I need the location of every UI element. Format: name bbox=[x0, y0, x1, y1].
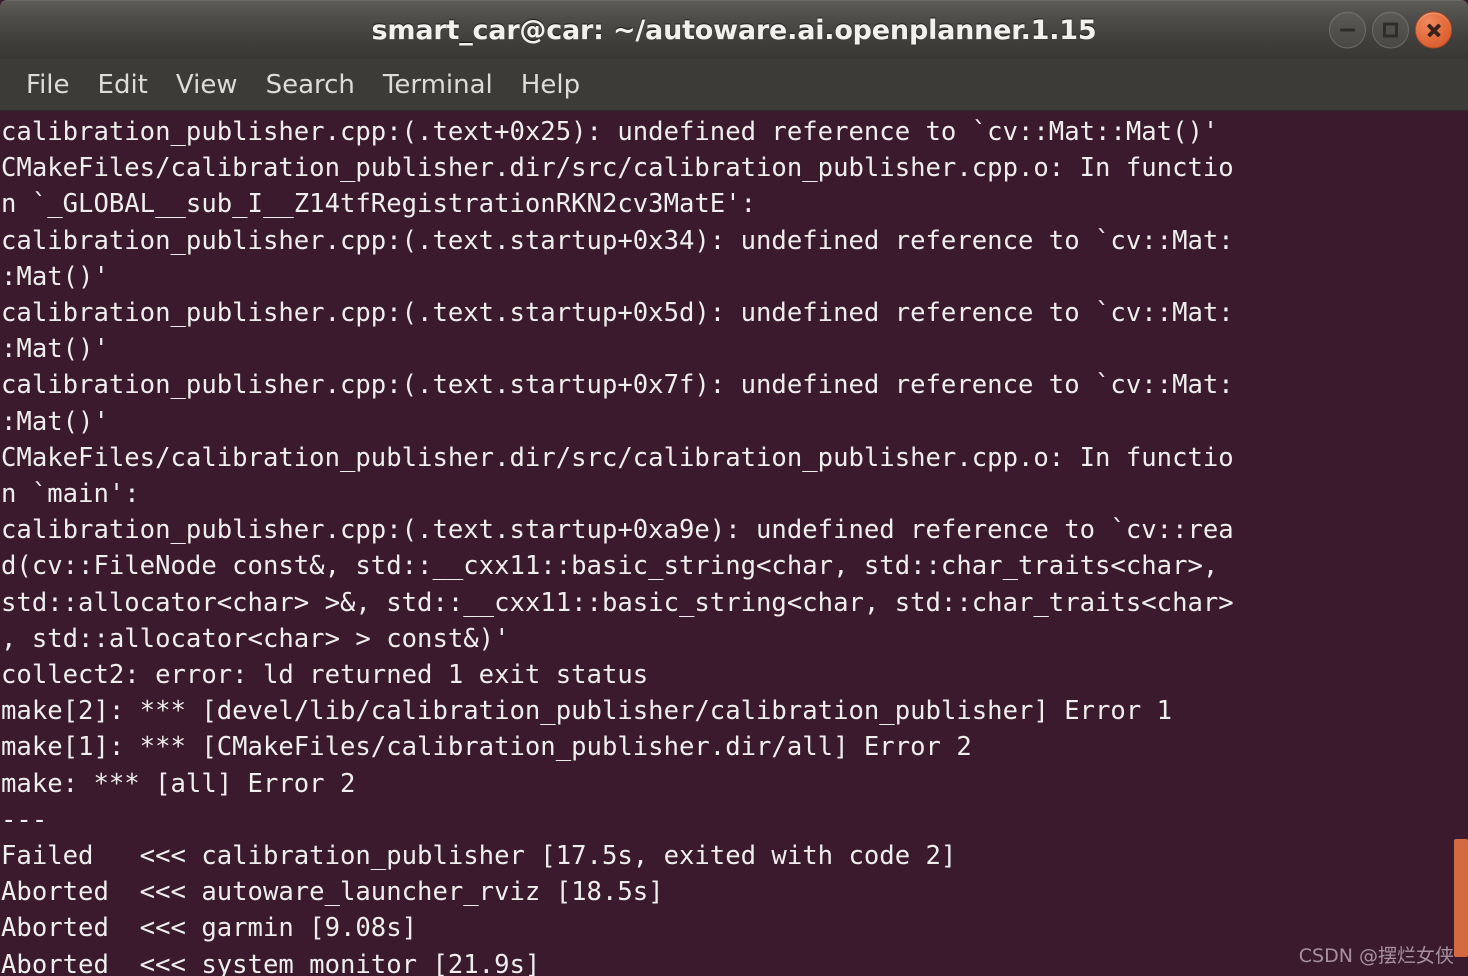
terminal-output-area[interactable]: calibration_publisher.cpp:(.text+0x25): … bbox=[0, 111, 1468, 976]
maximize-icon bbox=[1383, 22, 1398, 38]
window-controls bbox=[1329, 11, 1452, 49]
maximize-button[interactable] bbox=[1372, 11, 1409, 49]
menu-bar: File Edit View Search Terminal Help bbox=[0, 59, 1468, 111]
close-button[interactable] bbox=[1415, 11, 1452, 49]
menu-item-view[interactable]: View bbox=[162, 68, 252, 102]
menu-item-terminal[interactable]: Terminal bbox=[369, 68, 507, 102]
menu-item-help[interactable]: Help bbox=[507, 68, 594, 102]
menu-item-file[interactable]: File bbox=[12, 68, 84, 102]
window-title: smart_car@car: ~/autoware.ai.openplanner… bbox=[371, 14, 1097, 46]
minimize-icon bbox=[1340, 28, 1355, 32]
menu-item-search[interactable]: Search bbox=[252, 68, 369, 102]
title-bar[interactable]: smart_car@car: ~/autoware.ai.openplanner… bbox=[0, 0, 1468, 59]
terminal-scrollbar[interactable] bbox=[1454, 111, 1468, 976]
scrollbar-thumb[interactable] bbox=[1454, 839, 1468, 957]
close-icon bbox=[1426, 22, 1442, 38]
minimize-button[interactable] bbox=[1329, 11, 1366, 49]
terminal-text: calibration_publisher.cpp:(.text+0x25): … bbox=[1, 117, 1234, 976]
terminal-window: smart_car@car: ~/autoware.ai.openplanner… bbox=[0, 0, 1468, 976]
menu-item-edit[interactable]: Edit bbox=[84, 68, 162, 102]
